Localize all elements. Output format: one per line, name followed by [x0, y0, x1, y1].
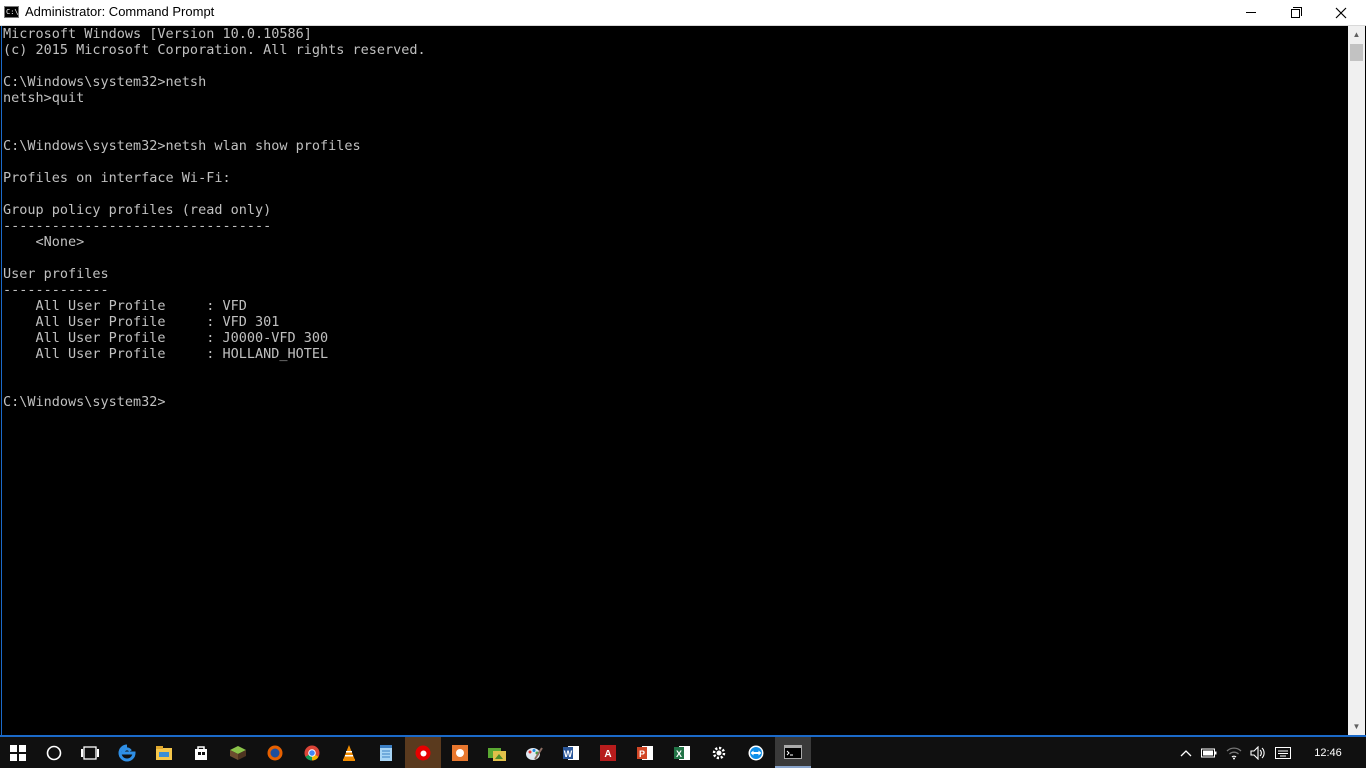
scroll-thumb[interactable]: [1350, 44, 1363, 61]
teamviewer-button[interactable]: [738, 737, 774, 768]
notepad-icon: [380, 744, 392, 761]
paint-app-icon: [452, 744, 468, 761]
notepad-button[interactable]: [368, 737, 404, 768]
vlc-button[interactable]: [331, 737, 367, 768]
battery-button[interactable]: [1198, 737, 1220, 768]
console-line: All User Profile : VFD 301: [3, 314, 280, 330]
keyboard-icon: [1275, 746, 1291, 759]
vodafone-icon: [415, 745, 431, 760]
console-text: Microsoft Windows [Version 10.0.10586] (c…: [2, 26, 1349, 410]
battery-icon: [1201, 748, 1217, 757]
minimize-button[interactable]: [1228, 0, 1274, 25]
vertical-scrollbar[interactable]: ▲ ▼: [1348, 26, 1365, 735]
minecraft-icon: [230, 745, 246, 760]
store-icon: [195, 745, 207, 760]
task-view-icon: [81, 745, 99, 760]
command-prompt-icon: C:\: [4, 6, 19, 18]
svg-text:X: X: [676, 749, 682, 759]
svg-text:P: P: [639, 749, 645, 759]
clock[interactable]: 12:46: [1300, 737, 1356, 768]
acrobat-icon: A: [600, 744, 616, 761]
task-view-button[interactable]: [72, 737, 108, 768]
paint-app-button[interactable]: [442, 737, 478, 768]
console-line: (c) 2015 Microsoft Corporation. All righ…: [3, 42, 426, 58]
firefox-icon: [267, 745, 283, 760]
powerpoint-button[interactable]: P: [627, 737, 663, 768]
photos-button[interactable]: [479, 737, 515, 768]
console-line: Profiles on interface Wi-Fi:: [3, 170, 231, 186]
console-line: <None>: [3, 234, 85, 250]
firefox-button[interactable]: [257, 737, 293, 768]
file-explorer-icon: [156, 745, 172, 760]
minimize-icon: [1246, 12, 1256, 13]
console-line: netsh>quit: [3, 90, 85, 106]
title-bar[interactable]: C:\ Administrator: Command Prompt: [0, 0, 1366, 26]
console-line: C:\Windows\system32>netsh wlan show prof…: [3, 138, 361, 154]
settings-icon: [712, 746, 726, 759]
chrome-icon: [304, 745, 320, 760]
chevron-up-icon: [1180, 749, 1192, 756]
wifi-icon: [1226, 746, 1242, 759]
console-output[interactable]: Microsoft Windows [Version 10.0.10586] (c…: [1, 26, 1349, 735]
word-button[interactable]: W: [553, 737, 589, 768]
scroll-up-icon[interactable]: ▲: [1348, 26, 1365, 43]
console-line: User profiles: [3, 266, 109, 282]
keyboard-button[interactable]: [1271, 737, 1295, 768]
acrobat-button[interactable]: A: [590, 737, 626, 768]
vlc-icon: [343, 744, 355, 761]
svg-text:A: A: [604, 749, 611, 760]
taskbar: W A P X 12:46: [0, 737, 1366, 768]
cortana-button[interactable]: [36, 737, 72, 768]
console-line: All User Profile : J0000-VFD 300: [3, 330, 329, 346]
cortana-icon: [46, 745, 62, 760]
console-line: C:\Windows\system32>: [3, 394, 166, 410]
svg-text:W: W: [564, 749, 573, 759]
volume-button[interactable]: [1247, 737, 1269, 768]
command-prompt-icon: [784, 744, 802, 759]
start-button[interactable]: [0, 737, 36, 768]
wifi-button[interactable]: [1222, 737, 1246, 768]
powerpoint-icon: P: [637, 745, 653, 760]
volume-icon: [1250, 745, 1265, 760]
paint-button[interactable]: [516, 737, 552, 768]
console-line: -------------: [3, 282, 109, 298]
command-prompt-taskbar-button[interactable]: [775, 737, 811, 768]
console-line: C:\Windows\system32>netsh: [3, 74, 207, 90]
edge-button[interactable]: [109, 737, 145, 768]
restore-icon: [1290, 7, 1302, 18]
vodafone-button[interactable]: [405, 737, 441, 768]
console-line: ---------------------------------: [3, 218, 272, 234]
store-button[interactable]: [183, 737, 219, 768]
teamviewer-icon: [748, 745, 764, 760]
start-icon: [10, 744, 26, 761]
show-hidden-icons-button[interactable]: [1176, 737, 1196, 768]
console-line: Group policy profiles (read only): [3, 202, 272, 218]
console-line: All User Profile : HOLLAND_HOTEL: [3, 346, 329, 362]
excel-icon: X: [674, 745, 690, 760]
word-icon: W: [563, 745, 579, 760]
file-explorer-button[interactable]: [146, 737, 182, 768]
excel-button[interactable]: X: [664, 737, 700, 768]
restore-button[interactable]: [1273, 0, 1319, 25]
close-icon: [1335, 7, 1347, 18]
scroll-down-icon[interactable]: ▼: [1348, 718, 1365, 735]
minecraft-button[interactable]: [220, 737, 256, 768]
settings-button[interactable]: [701, 737, 737, 768]
chrome-button[interactable]: [294, 737, 330, 768]
window-title: Administrator: Command Prompt: [25, 4, 215, 19]
console-line: All User Profile : VFD: [3, 298, 247, 314]
edge-icon: [118, 744, 136, 761]
close-button[interactable]: [1318, 0, 1364, 25]
paint-icon: [526, 746, 543, 760]
photos-icon: [488, 747, 506, 761]
console-line: Microsoft Windows [Version 10.0.10586]: [3, 26, 312, 42]
